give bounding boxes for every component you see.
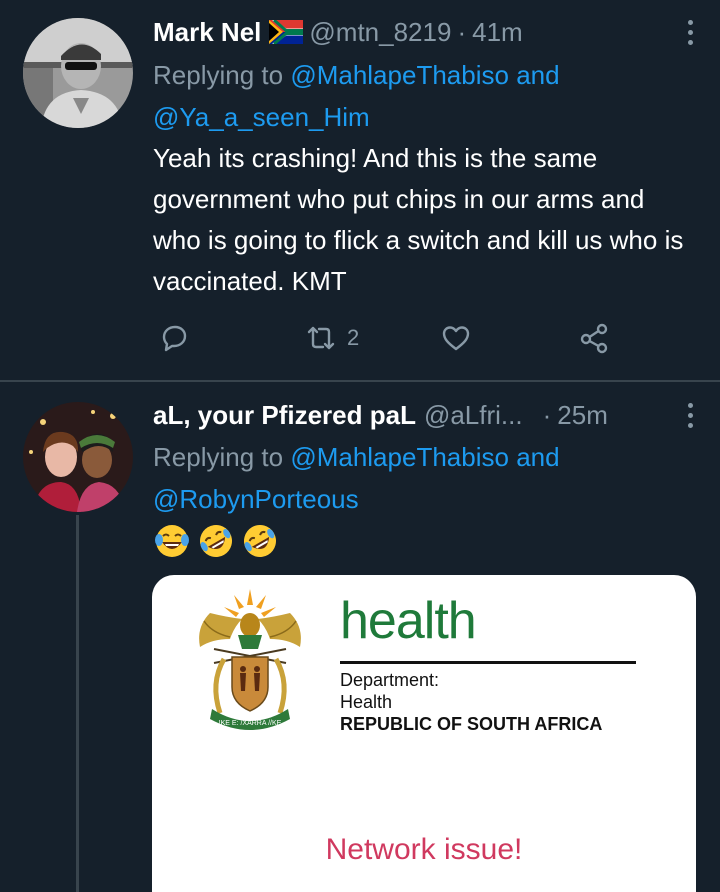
retweet-count: 2	[347, 325, 360, 350]
tweet-media-image[interactable]: !KE E: /XARRA //KE health Department: He…	[152, 575, 696, 892]
tweet-text: Yeah its crashing! And this is the same …	[153, 143, 684, 296]
separator-dot: ·	[542, 399, 552, 430]
more-options-icon[interactable]	[682, 395, 698, 435]
thread-connector-line	[76, 515, 79, 892]
replying-to: Replying to @MahlapeThabiso and @Ya_a_se…	[153, 54, 683, 138]
rolling-on-the-floor-laughing-icon	[244, 525, 276, 557]
separator-dot: ·	[457, 16, 467, 47]
motto-text: !KE E: /XARRA //KE	[219, 720, 282, 727]
user-handle[interactable]: @mtn_8219	[309, 17, 451, 48]
share-icon	[580, 323, 608, 354]
department-name: Health	[340, 692, 393, 712]
divider-rule	[340, 661, 636, 664]
mention-and[interactable]: and	[516, 442, 559, 472]
face-with-tears-of-joy-icon	[155, 525, 189, 557]
emoji-row	[153, 522, 279, 560]
avatar[interactable]	[23, 402, 133, 512]
tweet-divider	[0, 380, 720, 382]
tweet-header: aL, your Pfizered paL @aLfri... · 25m	[153, 395, 608, 435]
mention-link[interactable]: @RobynPorteous	[153, 484, 359, 514]
mention-link[interactable]: @MahlapeThabiso	[290, 442, 509, 472]
tweet-actions: 2	[0, 322, 720, 362]
reply-icon	[162, 325, 187, 352]
department-label: Department:	[340, 670, 440, 690]
display-name[interactable]: aL, your Pfizered paL	[153, 400, 416, 431]
timestamp[interactable]: 41m	[472, 17, 523, 48]
timeline: Mark Nel @mtn_8219 · 41m Replying to @Ma…	[0, 0, 720, 892]
like-button[interactable]	[440, 322, 472, 354]
mention-link[interactable]: @MahlapeThabiso	[290, 60, 509, 90]
more-options-icon[interactable]	[682, 12, 698, 52]
health-logo-text: health	[340, 592, 477, 650]
reply-prefix: Replying to	[153, 442, 284, 472]
avatar[interactable]	[23, 18, 133, 128]
timestamp[interactable]: 25m	[557, 400, 608, 431]
tweet-mark-nel[interactable]: Mark Nel @mtn_8219 · 41m Replying to @Ma…	[0, 0, 720, 380]
tweet-header: Mark Nel @mtn_8219 · 41m	[153, 12, 523, 52]
mention-link[interactable]: @Ya_a_seen_Him	[153, 102, 370, 132]
replying-to: Replying to @MahlapeThabiso and @RobynPo…	[153, 436, 683, 520]
heart-icon	[442, 326, 470, 351]
avatar-photo	[23, 402, 133, 512]
rolling-on-the-floor-laughing-icon	[200, 525, 232, 557]
reply-prefix: Replying to	[153, 60, 284, 90]
user-handle[interactable]: @aLfri...	[424, 400, 523, 431]
south-africa-flag-icon	[269, 18, 305, 46]
country-name: REPUBLIC OF SOUTH AFRICA	[340, 714, 603, 734]
retweet-icon	[307, 326, 335, 350]
mention-and[interactable]: and	[516, 60, 559, 90]
retweet-button[interactable]: 2	[305, 322, 359, 354]
network-issue-message: Network issue!	[325, 833, 523, 866]
avatar-photo	[23, 18, 133, 128]
share-button[interactable]	[578, 322, 610, 354]
coat-of-arms-icon: !KE E: /XARRA //KE	[199, 589, 301, 730]
display-name[interactable]: Mark Nel	[153, 17, 261, 48]
reply-button[interactable]	[158, 322, 190, 354]
